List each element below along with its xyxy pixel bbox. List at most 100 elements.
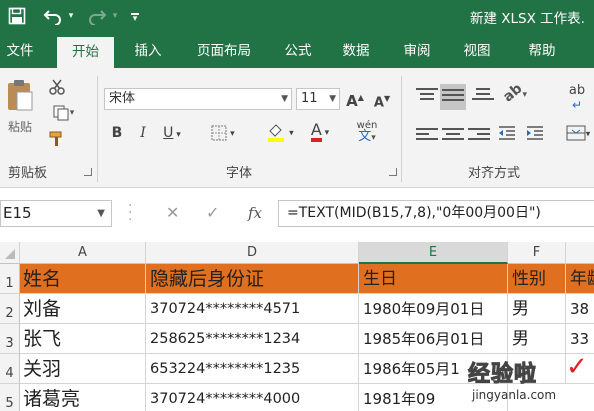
table-cell[interactable]: 33 — [566, 324, 594, 354]
watermark: 经验啦 ✓ jingyanla.com — [462, 352, 594, 411]
column-header-next[interactable] — [566, 242, 594, 264]
tab-page-layout[interactable]: 页面布局 — [186, 34, 262, 68]
italic-button[interactable]: I — [134, 124, 152, 142]
chevron-down-icon: ▼ — [97, 208, 105, 219]
redo-icon — [86, 6, 108, 26]
tab-data[interactable]: 数据 — [334, 34, 378, 68]
orientation-button[interactable]: ab▾ — [498, 81, 532, 106]
window-title: 新建 XLSX 工作表. — [470, 11, 585, 27]
table-cell[interactable]: 诸葛亮 — [20, 384, 146, 411]
increase-indent-icon[interactable] — [524, 124, 546, 148]
row-header[interactable]: 5 — [0, 384, 20, 411]
formula-input[interactable]: =TEXT(MID(B15,7,8),"0年00月00日") — [278, 200, 594, 227]
decrease-indent-icon[interactable] — [496, 124, 518, 148]
table-cell[interactable]: 年龄 — [566, 264, 594, 294]
table-cell[interactable]: 生日 — [359, 264, 508, 294]
table-cell[interactable]: 隐藏后身份证 — [146, 264, 359, 294]
wrap-text-button[interactable]: ab ↵ — [562, 83, 592, 113]
table-cell[interactable]: 张飞 — [20, 324, 146, 354]
table-cell[interactable]: 370724********4571 — [146, 294, 359, 324]
format-painter-icon[interactable] — [46, 130, 68, 154]
paste-label: 粘贴 — [7, 120, 32, 134]
customize-qat-icon[interactable]: ▾ — [128, 6, 142, 26]
table-cell[interactable]: 1980年09月01日 — [359, 294, 508, 324]
paste-button[interactable]: 粘贴 — [2, 78, 38, 142]
chevron-down-icon: ▼ — [329, 94, 336, 104]
group-divider — [401, 76, 402, 182]
name-box-value: E15 — [3, 204, 32, 222]
table-cell[interactable]: 370724********4000 — [146, 384, 359, 411]
table-cell[interactable]: 653224********1235 — [146, 354, 359, 384]
table-cell[interactable]: 男 — [508, 324, 566, 354]
row-header[interactable]: 2 — [0, 294, 20, 324]
fill-color-button[interactable]: ▾ — [262, 122, 298, 143]
tab-help[interactable]: 帮助 — [519, 34, 565, 68]
select-all-corner[interactable] — [0, 242, 20, 264]
grow-font-button[interactable]: A▲ — [345, 89, 365, 110]
font-color-button[interactable]: A ▾ — [302, 122, 338, 142]
cut-icon[interactable] — [46, 78, 68, 102]
table-cell[interactable]: 刘备 — [20, 294, 146, 324]
font-color-icon: A — [310, 122, 322, 142]
align-bottom-icon[interactable] — [472, 86, 494, 103]
more-options-icon: · · · — [128, 198, 133, 228]
tab-formulas[interactable]: 公式 — [276, 34, 320, 68]
watermark-url: jingyanla.com — [472, 388, 557, 402]
tab-review[interactable]: 审阅 — [395, 34, 439, 68]
font-launcher-icon[interactable] — [389, 168, 397, 176]
align-top-icon[interactable] — [416, 86, 438, 103]
font-name-select[interactable]: 宋体 ▼ — [104, 88, 292, 110]
undo-dropdown-icon[interactable]: ▾ — [66, 6, 76, 26]
align-middle-icon[interactable] — [440, 84, 466, 110]
title-bar: ▾ ▾ ▾ 新建 XLSX 工作表. — [0, 0, 594, 34]
column-header-d[interactable]: D — [146, 242, 359, 264]
table-cell[interactable]: 1985年06月01日 — [359, 324, 508, 354]
clipboard-group-label: 剪贴板 — [8, 166, 48, 181]
tab-insert[interactable]: 插入 — [124, 34, 172, 68]
shrink-font-button[interactable]: A▼ — [372, 90, 392, 112]
borders-icon — [211, 125, 227, 140]
fill-color-icon — [268, 124, 285, 142]
undo-icon[interactable] — [42, 6, 64, 26]
shrink-font-icon: A — [373, 95, 384, 111]
copy-icon[interactable]: ▾ — [46, 104, 80, 128]
merge-center-button[interactable]: ▾ — [562, 124, 594, 144]
borders-button[interactable]: ▾ — [206, 124, 240, 143]
merge-center-icon — [566, 125, 586, 141]
wrap-text-icon: ↵ — [571, 98, 583, 112]
align-center-icon[interactable] — [442, 126, 464, 143]
wrap-text-label: ab — [568, 83, 586, 98]
phonetic-button[interactable]: wén 文▾ — [350, 120, 384, 144]
confirm-entry-icon[interactable]: ✓ — [206, 203, 219, 223]
table-cell[interactable]: 258625********1234 — [146, 324, 359, 354]
table-cell[interactable]: 姓名 — [20, 264, 146, 294]
alignment-group-label: 对齐方式 — [468, 166, 521, 181]
phonetic-icon: 文▾ — [358, 129, 376, 144]
column-header-e[interactable]: E — [359, 242, 508, 264]
tab-file[interactable]: 文件 — [0, 34, 40, 68]
table-cell[interactable]: 性别 — [508, 264, 566, 294]
name-box[interactable]: E15 ▼ — [0, 200, 112, 227]
column-header-f[interactable]: F — [508, 242, 566, 264]
bold-button[interactable]: B — [108, 124, 126, 142]
tab-view[interactable]: 视图 — [455, 34, 499, 68]
underline-button[interactable]: U ▾ — [158, 124, 186, 144]
column-header-a[interactable]: A — [20, 242, 146, 264]
insert-function-icon[interactable]: fx — [248, 203, 262, 223]
row-header[interactable]: 1 — [0, 264, 20, 294]
save-icon[interactable] — [6, 6, 28, 26]
font-size-select[interactable]: 11 ▼ — [296, 88, 340, 110]
row-header[interactable]: 4 — [0, 354, 20, 384]
font-size-value: 11 — [301, 91, 318, 106]
table-cell[interactable]: 男 — [508, 294, 566, 324]
group-divider — [97, 76, 98, 182]
align-right-icon[interactable] — [468, 126, 490, 143]
table-cell[interactable]: 关羽 — [20, 354, 146, 384]
cancel-entry-icon[interactable]: ✕ — [166, 203, 179, 223]
orientation-icon: ab — [500, 80, 526, 106]
clipboard-launcher-icon[interactable] — [84, 168, 92, 176]
table-cell[interactable]: 38 — [566, 294, 594, 324]
tab-home[interactable]: 开始 — [57, 37, 114, 68]
align-left-icon[interactable] — [416, 126, 438, 143]
row-header[interactable]: 3 — [0, 324, 20, 354]
